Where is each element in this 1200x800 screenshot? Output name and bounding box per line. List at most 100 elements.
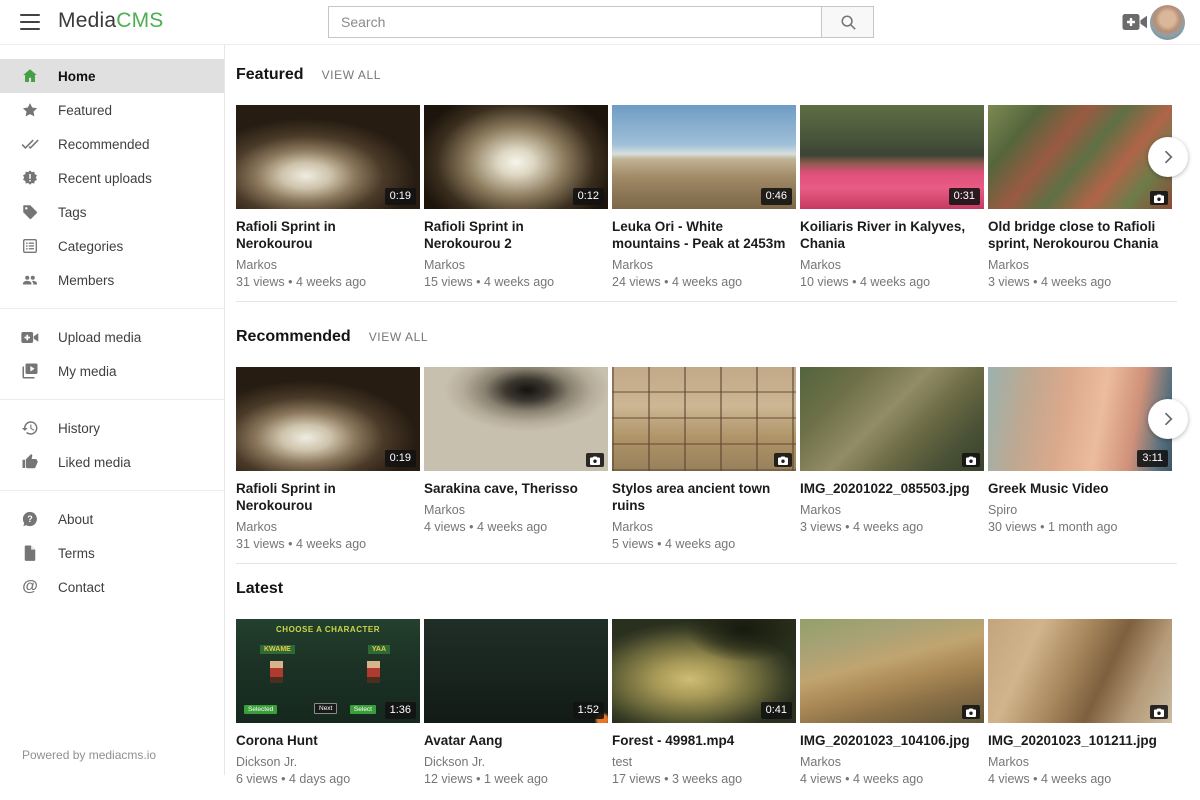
sidebar-item-members[interactable]: Members bbox=[0, 263, 224, 297]
scroll-next-button[interactable] bbox=[1148, 137, 1188, 177]
media-title[interactable]: Rafioli Sprint in Nerokourou bbox=[236, 218, 414, 252]
sidebar-item-contact[interactable]: @ Contact bbox=[0, 570, 224, 604]
home-icon bbox=[21, 67, 39, 85]
media-card: 0:41 Forest - 49981.mp4 test 17 views • … bbox=[612, 619, 796, 800]
media-author[interactable]: Markos bbox=[800, 258, 978, 272]
sidebar-item-categories[interactable]: Categories bbox=[0, 229, 224, 263]
media-title[interactable]: Forest - 49981.mp4 bbox=[612, 732, 790, 749]
media-author[interactable]: Markos bbox=[236, 520, 414, 534]
media-card: Sarakina cave, Therisso Markos 4 views •… bbox=[424, 367, 608, 551]
top-bar: MediaCMS bbox=[0, 0, 1200, 45]
view-all-link[interactable]: VIEW ALL bbox=[369, 330, 429, 344]
media-author[interactable]: Spiro bbox=[988, 503, 1166, 517]
media-thumbnail[interactable]: 0:12 bbox=[424, 105, 608, 209]
media-author[interactable]: Markos bbox=[612, 258, 790, 272]
media-meta: 30 views • 1 month ago bbox=[988, 520, 1166, 534]
media-author[interactable]: Markos bbox=[988, 755, 1166, 769]
media-author[interactable]: Markos bbox=[236, 258, 414, 272]
sidebar-item-label: Recommended bbox=[58, 137, 150, 152]
media-title[interactable]: Greek Music Video bbox=[988, 480, 1166, 497]
media-title[interactable]: IMG_20201023_104106.jpg bbox=[800, 732, 978, 749]
media-meta: 31 views • 4 weeks ago bbox=[236, 275, 414, 289]
media-card: 0:31 Koiliaris River in Kalyves, Chania … bbox=[800, 105, 984, 289]
upload-media-button[interactable] bbox=[1122, 12, 1148, 37]
app-logo[interactable]: MediaCMS bbox=[58, 9, 163, 33]
media-thumbnail[interactable]: 0:19 bbox=[236, 105, 420, 209]
media-thumbnail[interactable]: 1:52 bbox=[424, 619, 608, 723]
media-title[interactable]: Avatar Aang bbox=[424, 732, 602, 749]
user-avatar[interactable] bbox=[1150, 5, 1185, 40]
sidebar-item-tags[interactable]: Tags bbox=[0, 195, 224, 229]
hamburger-menu-icon[interactable] bbox=[20, 14, 40, 30]
media-author[interactable]: Markos bbox=[424, 258, 602, 272]
view-all-link[interactable]: VIEW ALL bbox=[322, 68, 382, 82]
sidebar-item-featured[interactable]: Featured bbox=[0, 93, 224, 127]
media-title[interactable]: Corona Hunt bbox=[236, 732, 414, 749]
section-title: Featured bbox=[236, 66, 304, 84]
game-button: Select bbox=[350, 705, 376, 714]
media-thumbnail[interactable]: 0:41 bbox=[612, 619, 796, 723]
new-releases-icon bbox=[21, 169, 39, 187]
media-card: IMG_20201022_085503.jpg Markos 3 views •… bbox=[800, 367, 984, 551]
media-author[interactable]: Dickson Jr. bbox=[236, 755, 414, 769]
photo-icon bbox=[962, 705, 980, 719]
media-author[interactable]: Markos bbox=[800, 503, 978, 517]
sidebar-item-recent-uploads[interactable]: Recent uploads bbox=[0, 161, 224, 195]
media-thumbnail[interactable]: CHOOSE A CHARACTER KWAME YAA Selected Ne… bbox=[236, 619, 420, 723]
sidebar-item-recommended[interactable]: Recommended bbox=[0, 127, 224, 161]
media-card: 1:52 Avatar Aang Dickson Jr. 12 views • … bbox=[424, 619, 608, 800]
media-title[interactable]: Rafioli Sprint in Nerokourou bbox=[236, 480, 414, 514]
media-title[interactable]: IMG_20201023_101211.jpg bbox=[988, 732, 1166, 749]
media-thumbnail[interactable] bbox=[612, 367, 796, 471]
sidebar-item-my-media[interactable]: My media bbox=[0, 354, 224, 388]
featured-section-header: Featured VIEW ALL bbox=[236, 66, 1200, 84]
sidebar-item-history[interactable]: History bbox=[0, 411, 224, 445]
media-meta: 31 views • 4 weeks ago bbox=[236, 537, 414, 551]
media-thumbnail[interactable] bbox=[988, 105, 1172, 209]
search-input[interactable] bbox=[328, 6, 822, 38]
media-author[interactable]: test bbox=[612, 755, 790, 769]
media-thumbnail[interactable] bbox=[424, 367, 608, 471]
media-author[interactable]: Dickson Jr. bbox=[424, 755, 602, 769]
sidebar-item-label: Tags bbox=[58, 205, 87, 220]
sidebar-item-label: Recent uploads bbox=[58, 171, 152, 186]
media-author[interactable]: Markos bbox=[988, 258, 1166, 272]
media-title[interactable]: Rafioli Sprint in Nerokourou 2 bbox=[424, 218, 602, 252]
media-thumbnail[interactable]: 3:11 bbox=[988, 367, 1172, 471]
media-meta: 15 views • 4 weeks ago bbox=[424, 275, 602, 289]
logo-text-media: Media bbox=[58, 9, 116, 32]
media-thumbnail[interactable]: 0:19 bbox=[236, 367, 420, 471]
media-thumbnail[interactable]: 0:46 bbox=[612, 105, 796, 209]
media-title[interactable]: Koiliaris River in Kalyves, Chania bbox=[800, 218, 978, 252]
media-author[interactable]: Markos bbox=[424, 503, 602, 517]
media-thumbnail[interactable] bbox=[800, 367, 984, 471]
sidebar-item-about[interactable]: ? About bbox=[0, 502, 224, 536]
sidebar-item-home[interactable]: Home bbox=[0, 59, 224, 93]
people-icon bbox=[21, 271, 39, 289]
media-author[interactable]: Markos bbox=[612, 520, 790, 534]
sidebar-item-terms[interactable]: Terms bbox=[0, 536, 224, 570]
search-button[interactable] bbox=[822, 6, 874, 38]
video-plus-icon bbox=[21, 328, 39, 346]
sidebar-item-liked-media[interactable]: Liked media bbox=[0, 445, 224, 479]
media-title[interactable]: Old bridge close to Rafioli sprint, Nero… bbox=[988, 218, 1166, 252]
media-title[interactable]: Stylos area ancient town ruins bbox=[612, 480, 790, 514]
section-title: Recommended bbox=[236, 328, 351, 346]
latest-section-header: Latest bbox=[236, 580, 1200, 598]
media-title[interactable]: IMG_20201022_085503.jpg bbox=[800, 480, 978, 497]
media-title[interactable]: Sarakina cave, Therisso bbox=[424, 480, 602, 497]
media-thumbnail[interactable] bbox=[988, 619, 1172, 723]
scroll-next-button[interactable] bbox=[1148, 399, 1188, 439]
media-thumbnail[interactable]: 0:31 bbox=[800, 105, 984, 209]
sidebar-divider bbox=[0, 490, 224, 491]
media-thumbnail[interactable] bbox=[800, 619, 984, 723]
powered-by-link[interactable]: Powered by mediacms.io bbox=[0, 748, 224, 775]
media-meta: 4 views • 4 weeks ago bbox=[988, 772, 1166, 786]
media-title[interactable]: Leuka Ori - White mountains - Peak at 24… bbox=[612, 218, 790, 252]
photo-icon bbox=[1150, 191, 1168, 205]
media-author[interactable]: Markos bbox=[800, 755, 978, 769]
media-card: 0:19 Rafioli Sprint in Nerokourou Markos… bbox=[236, 367, 420, 551]
sidebar-item-upload-media[interactable]: Upload media bbox=[0, 320, 224, 354]
list-icon bbox=[21, 237, 39, 255]
duration-badge: 0:31 bbox=[949, 188, 980, 205]
